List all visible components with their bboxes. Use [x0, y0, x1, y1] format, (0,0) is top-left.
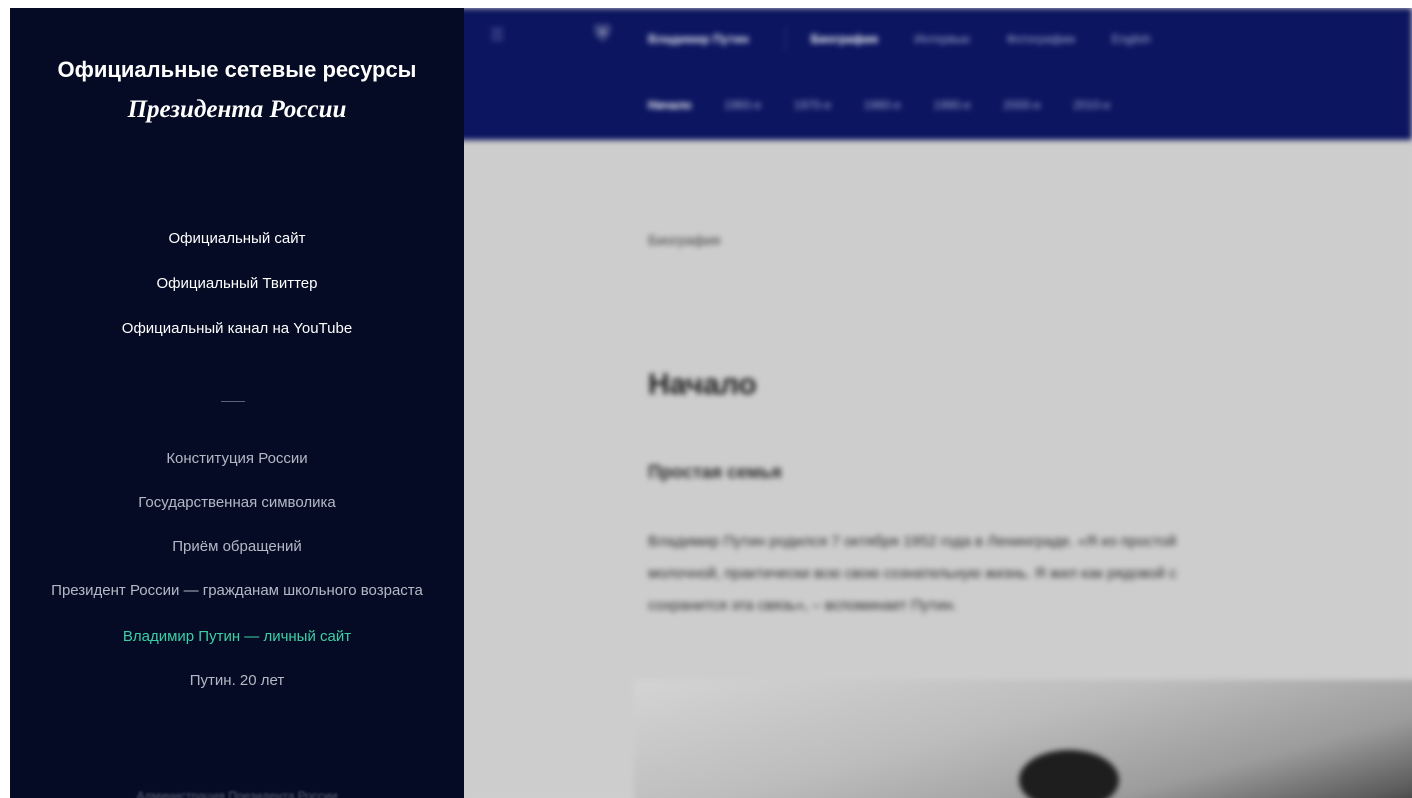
link-appeals[interactable]: Приём обращений — [50, 536, 424, 558]
link-personal-site[interactable]: Владимир Путин — личный сайт — [50, 626, 424, 648]
emblem-icon[interactable]: ⛨ — [595, 22, 617, 46]
subnav-item-1960s[interactable]: 1960-е — [724, 98, 761, 112]
site-brand[interactable]: Владимир Путин — [648, 32, 749, 46]
paragraph-line: Владимир Путин родился 7 октября 1952 го… — [648, 533, 1177, 550]
nav-item-interviews[interactable]: Интервью — [914, 32, 970, 46]
primary-links: Официальный сайт Официальный Твиттер Офи… — [10, 228, 464, 363]
subnav-item-1970s[interactable]: 1970-е — [794, 98, 831, 112]
subnav-item-start[interactable]: Начало — [648, 98, 691, 112]
browser-viewport: ☰ ⛨ Владимир Путин Биография Интервью Фо… — [10, 8, 1412, 798]
subnav-item-1990s[interactable]: 1990-е — [933, 98, 970, 112]
article-paragraph: Владимир Путин родился 7 октября 1952 го… — [648, 526, 1412, 622]
subnav-item-2000s[interactable]: 2000-е — [1003, 98, 1040, 112]
link-putin-20-years[interactable]: Путин. 20 лет — [50, 670, 424, 692]
nav-item-biography[interactable]: Биография — [811, 32, 878, 46]
subnav-item-2010s[interactable]: 2010-е — [1073, 98, 1110, 112]
official-resources-panel: Официальные сетевые ресурсы Президента Р… — [10, 8, 464, 798]
nav-separator — [785, 27, 787, 51]
menu-icon[interactable]: ☰ — [490, 28, 508, 44]
divider — [221, 401, 245, 402]
paragraph-line: сохранится эта связь», – вспоминает Пути… — [648, 597, 957, 614]
section-title: Простая семья — [648, 462, 782, 482]
breadcrumb[interactable]: Биография — [648, 232, 720, 248]
nav-item-english[interactable]: English — [1111, 32, 1150, 46]
link-official-youtube[interactable]: Официальный канал на YouTube — [10, 318, 464, 363]
secondary-links: Конституция России Государственная симво… — [50, 448, 424, 714]
main-content: Биография Начало Простая семья Владимир … — [464, 140, 1412, 798]
subnav-item-1980s[interactable]: 1980-е — [864, 98, 901, 112]
panel-subtitle: Президента России — [127, 96, 347, 123]
paragraph-line: молочной, практически всю свою сознатель… — [648, 565, 1177, 582]
link-for-schoolchildren[interactable]: Президент России — гражданам школьного в… — [50, 580, 424, 602]
panel-title: Официальные сетевые ресурсы — [57, 57, 417, 82]
link-state-symbols[interactable]: Государственная символика — [50, 492, 424, 514]
top-navigation: Владимир Путин Биография Интервью Фотогр… — [648, 27, 1183, 51]
link-official-twitter[interactable]: Официальный Твиттер — [10, 273, 464, 318]
link-official-site[interactable]: Официальный сайт — [10, 228, 464, 273]
link-constitution[interactable]: Конституция России — [50, 448, 424, 470]
sub-navigation: Начало 1960-е 1970-е 1980-е 1990-е 2000-… — [648, 96, 1138, 116]
page-title: Начало — [648, 368, 757, 401]
nav-item-photos[interactable]: Фотографии — [1006, 32, 1075, 46]
panel-footer: Администрация Президента России — [136, 789, 338, 798]
